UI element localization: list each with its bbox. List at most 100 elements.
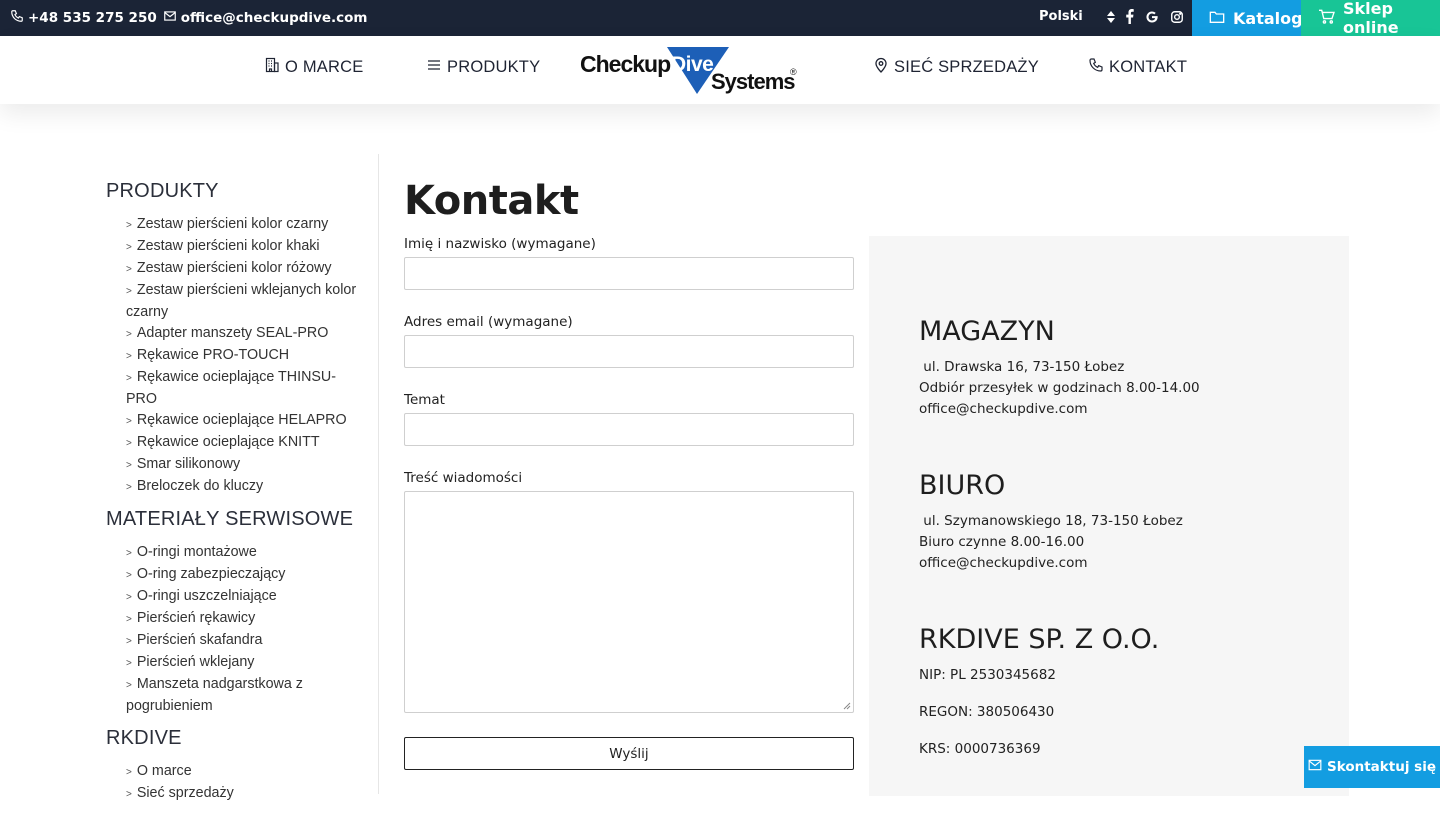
checkup-dive-systems-logo[interactable]: Checkup Dive Systems ® bbox=[579, 46, 803, 96]
chevron-right-icon: > bbox=[126, 570, 132, 581]
sidebar-produkt-item[interactable]: > Adapter manszety SEAL-PRO bbox=[126, 323, 366, 345]
sidebar-rkdive-item-label: O marce bbox=[136, 763, 192, 779]
message-label: Treść wiadomości bbox=[404, 470, 523, 486]
sidebar-produkt-item-label: Rękawice ocieplające HELAPRO bbox=[136, 412, 347, 428]
sidebar-produkt-item[interactable]: > Rękawice ocieplające HELAPRO bbox=[126, 410, 366, 432]
magazyn-address: ul. Drawska 16, 73-150 Łobez bbox=[919, 359, 1125, 375]
chevron-right-icon: > bbox=[126, 767, 132, 778]
sidebar-divider bbox=[378, 154, 379, 794]
nav-siec-sprzedazy[interactable]: SIEĆ SPRZEDAŻY bbox=[873, 36, 1039, 98]
sidebar-rkdive-item[interactable]: > Sieć sprzedaży bbox=[126, 783, 366, 805]
biuro-hours: Biuro czynne 8.00-16.00 bbox=[919, 534, 1085, 550]
phone-icon bbox=[1088, 57, 1104, 78]
sidebar-produkt-item[interactable]: > Zestaw pierścieni kolor khaki bbox=[126, 236, 366, 258]
nav-o-marce[interactable]: O MARCE bbox=[264, 36, 363, 98]
magazyn-hours: Odbiór przesyłek w godzinach 8.00-14.00 bbox=[919, 380, 1200, 396]
sidebar-produkt-item[interactable]: > Zestaw pierścieni kolor czarny bbox=[126, 214, 366, 236]
magazyn-email[interactable]: office@checkupdive.com bbox=[919, 399, 1200, 420]
sidebar-produkt-item[interactable]: > Zestaw pierścieni wklejanych kolor czar… bbox=[126, 280, 366, 323]
subject-label: Temat bbox=[404, 392, 445, 408]
chevron-right-icon: > bbox=[126, 614, 132, 625]
sidebar-produkt-item[interactable]: > Rękawice ocieplające THINSU-PRO bbox=[126, 367, 366, 410]
cart-icon bbox=[1318, 9, 1335, 28]
company-block: RKDIVE SP. Z O.O. NIP: PL 2530345682 REG… bbox=[919, 624, 1159, 760]
sklep-online-button[interactable]: Sklep online bbox=[1301, 0, 1440, 37]
contact-float-button[interactable]: Skontaktuj się bbox=[1304, 746, 1440, 788]
sidebar-produkt-item[interactable]: > Zestaw pierścieni kolor różowy bbox=[126, 258, 366, 280]
sidebar-rkdive-item[interactable]: > O marce bbox=[126, 761, 366, 783]
map-pin-icon bbox=[873, 57, 889, 78]
sidebar-produkt-item[interactable]: > Breloczek do kluczy bbox=[126, 476, 366, 498]
katalog-label: Katalog bbox=[1233, 8, 1303, 28]
logo-registered-mark: ® bbox=[790, 67, 797, 77]
sidebar-produkt-item-label: Rękawice PRO-TOUCH bbox=[136, 347, 290, 363]
sidebar-material-item-label: O-ring zabezpieczający bbox=[136, 566, 286, 582]
email-label: Adres email (wymagane) bbox=[404, 314, 573, 330]
chevron-right-icon: > bbox=[126, 286, 132, 297]
sidebar-heading-produkty: PRODUKTY bbox=[106, 180, 219, 202]
sidebar-material-item-label: O-ringi uszczelniające bbox=[136, 588, 277, 604]
sidebar-material-item-label: O-ringi montażowe bbox=[136, 544, 257, 560]
sidebar-produkt-item-label: Zestaw pierścieni kolor czarny bbox=[136, 216, 329, 232]
chevron-right-icon: > bbox=[126, 264, 132, 275]
chevron-right-icon: > bbox=[126, 220, 132, 231]
sidebar-produkt-item-label: Breloczek do kluczy bbox=[136, 478, 264, 494]
chevron-right-icon: > bbox=[126, 242, 132, 253]
chevron-right-icon: > bbox=[126, 482, 132, 493]
magazyn-block: MAGAZYN ul. Drawska 16, 73-150 Łobez Odb… bbox=[919, 316, 1200, 420]
nav-produkty-label: PRODUKTY bbox=[447, 57, 541, 76]
sidebar-material-item[interactable]: > O-ringi montażowe bbox=[126, 542, 366, 564]
topbar-email[interactable]: office@checkupdive.com bbox=[181, 10, 368, 26]
name-label: Imię i nazwisko (wymagane) bbox=[404, 236, 596, 252]
katalog-button[interactable]: Katalog bbox=[1192, 0, 1303, 36]
sidebar-material-item[interactable]: > Manszeta nadgarstkowa z pogrubieniem bbox=[126, 674, 366, 717]
chevron-right-icon: > bbox=[126, 438, 132, 449]
name-input[interactable] bbox=[404, 257, 854, 290]
sidebar-material-item-label: Pierścień rękawicy bbox=[136, 610, 256, 626]
google-icon[interactable] bbox=[1143, 0, 1161, 33]
sidebar-material-item[interactable]: > O-ringi uszczelniające bbox=[126, 586, 366, 608]
logo-word-systems: Systems bbox=[711, 69, 795, 94]
resize-handle-icon[interactable] bbox=[843, 702, 851, 710]
company-heading: RKDIVE SP. Z O.O. bbox=[919, 624, 1160, 655]
sidebar-material-item[interactable]: > Pierścień wklejany bbox=[126, 652, 366, 674]
submit-button[interactable]: Wyślij bbox=[404, 737, 854, 770]
sidebar: PRODUKTY > Zestaw pierścieni kolor czarny… bbox=[106, 180, 366, 815]
folder-icon bbox=[1209, 9, 1225, 28]
sidebar-produkt-item[interactable]: > Rękawice ocieplające KNITT bbox=[126, 432, 366, 454]
company-nip: NIP: PL 2530345682 bbox=[919, 667, 1056, 683]
email-input[interactable] bbox=[404, 335, 854, 368]
contact-info-panel: MAGAZYN ul. Drawska 16, 73-150 Łobez Odb… bbox=[869, 236, 1349, 796]
sidebar-material-item-label: Pierścień wklejany bbox=[136, 654, 255, 670]
message-textarea[interactable] bbox=[404, 491, 854, 713]
nav-produkty[interactable]: PRODUKTY bbox=[426, 36, 540, 98]
sort-arrows-icon[interactable] bbox=[1106, 9, 1116, 25]
sidebar-produkt-item-label: Smar silikonowy bbox=[136, 456, 241, 472]
nav-kontakt[interactable]: KONTAKT bbox=[1088, 36, 1187, 98]
sidebar-produkt-item-label: Rękawice ocieplające THINSU-PRO bbox=[126, 369, 337, 407]
language-select[interactable]: Polski bbox=[1039, 0, 1083, 33]
contact-form: Imię i nazwisko (wymagane) Adres email (… bbox=[404, 236, 854, 770]
topbar-contact: +48 535 275 250 office@checkupdive.com bbox=[10, 0, 367, 36]
chevron-right-icon: > bbox=[126, 373, 132, 384]
sidebar-list-materialy: > O-ringi montażowe > O-ring zabezpieczając… bbox=[126, 542, 366, 717]
sidebar-material-item[interactable]: > Pierścień rękawicy bbox=[126, 608, 366, 630]
sidebar-list-rkdive: > O marce > Sieć sprzedaży bbox=[126, 761, 366, 805]
chevron-right-icon: > bbox=[126, 789, 132, 800]
instagram-icon[interactable] bbox=[1168, 0, 1186, 33]
building-icon bbox=[264, 57, 280, 78]
company-krs: KRS: 0000736369 bbox=[919, 741, 1041, 757]
sidebar-material-item[interactable]: > Pierścień skafandra bbox=[126, 630, 366, 652]
sidebar-produkt-item[interactable]: > Smar silikonowy bbox=[126, 454, 366, 476]
nav-siec-label: SIEĆ SPRZEDAŻY bbox=[894, 57, 1039, 76]
sidebar-produkt-item-label: Rękawice ocieplające KNITT bbox=[136, 434, 320, 450]
biuro-email[interactable]: office@checkupdive.com bbox=[919, 553, 1183, 574]
topbar-phone[interactable]: +48 535 275 250 bbox=[28, 10, 157, 26]
facebook-icon[interactable] bbox=[1120, 0, 1138, 33]
sidebar-material-item[interactable]: > O-ring zabezpieczający bbox=[126, 564, 366, 586]
sidebar-produkt-item[interactable]: > Rękawice PRO-TOUCH bbox=[126, 345, 366, 367]
sidebar-produkt-item-label: Zestaw pierścieni kolor khaki bbox=[136, 238, 320, 254]
biuro-block: BIURO ul. Szymanowskiego 18, 73-150 Łobe… bbox=[919, 470, 1183, 574]
subject-input[interactable] bbox=[404, 413, 854, 446]
chevron-right-icon: > bbox=[126, 636, 132, 647]
